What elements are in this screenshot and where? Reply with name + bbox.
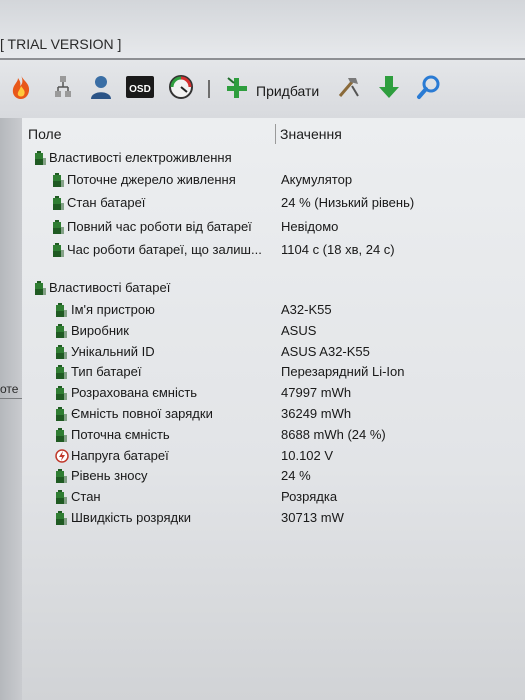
- user-icon[interactable]: [86, 72, 116, 102]
- property-name: Час роботи батареї, що залиш...: [67, 242, 262, 257]
- battery-icon: [55, 386, 67, 400]
- property-name: Стан: [71, 489, 101, 504]
- property-value: 47997 mWh: [281, 385, 352, 400]
- property-value: ASUS A32-K55: [281, 344, 370, 359]
- sidebar-divider: [0, 398, 22, 399]
- property-value: 24 % (Низький рівень): [281, 195, 415, 210]
- property-value: 8688 mWh (24 %): [281, 427, 386, 442]
- property-value: Невідомо: [281, 219, 339, 234]
- property-name: Рівень зносу: [71, 468, 148, 483]
- toolbar: OSD Придбати: [0, 60, 525, 118]
- property-row[interactable]: Час роботи батареї, що залиш... 1104 с (1…: [22, 240, 525, 260]
- battery-icon: [52, 173, 64, 187]
- properties-list[interactable]: Поле Значення Властивості електроживленн…: [22, 118, 525, 700]
- property-row[interactable]: Швидкість розрядки 30713 mW: [22, 508, 525, 528]
- battery-icon: [55, 469, 67, 483]
- battery-icon: [52, 196, 64, 210]
- toolbar-separator: [208, 80, 210, 98]
- group-row[interactable]: Властивості електроживлення: [22, 148, 525, 168]
- battery-icon: [55, 324, 67, 338]
- property-row[interactable]: Рівень зносу 24 %: [22, 466, 525, 486]
- property-value: 24 %: [281, 468, 311, 483]
- property-value: Акумулятор: [281, 172, 353, 187]
- fire-icon[interactable]: [6, 72, 36, 102]
- column-divider[interactable]: [275, 124, 276, 144]
- property-value: Розрядка: [281, 489, 338, 504]
- property-name: Виробник: [71, 323, 129, 338]
- property-row[interactable]: Унікальний ID ASUS A32-K55: [22, 342, 525, 362]
- battery-icon: [55, 490, 67, 504]
- property-row[interactable]: Стан батареї 24 % (Низький рівень): [22, 193, 525, 213]
- battery-icon: [55, 428, 67, 442]
- battery-icon: [55, 407, 67, 421]
- property-row[interactable]: Виробник ASUS: [22, 321, 525, 341]
- property-name: Тип батареї: [71, 364, 142, 379]
- battery-icon: [34, 281, 46, 295]
- add-label[interactable]: Придбати: [256, 83, 319, 99]
- sidebar: оте: [0, 118, 22, 700]
- battery-icon: [52, 220, 64, 234]
- property-row[interactable]: Тип батареї Перезарядний Li-Ion: [22, 362, 525, 382]
- title-bar: [ TRIAL VERSION ]: [0, 0, 525, 58]
- property-name: Напруга батареї: [71, 448, 169, 463]
- group-title: Властивості електроживлення: [49, 150, 232, 165]
- column-header-field[interactable]: Поле: [28, 126, 62, 142]
- battery-icon: [55, 365, 67, 379]
- property-row[interactable]: Поточне джерело живлення Акумулятор: [22, 170, 525, 190]
- search-icon[interactable]: [414, 72, 444, 102]
- property-name: Унікальний ID: [71, 344, 155, 359]
- battery-icon: [55, 303, 67, 317]
- property-name: Поточна ємність: [71, 427, 170, 442]
- property-name: Поточне джерело живлення: [67, 172, 236, 187]
- property-value: 36249 mWh: [281, 406, 352, 421]
- voltage-icon: [55, 449, 69, 463]
- property-name: Стан батареї: [67, 195, 146, 210]
- column-header-value[interactable]: Значення: [280, 126, 342, 142]
- property-name: Ім'я пристрою: [71, 302, 155, 317]
- property-row[interactable]: Повний час роботи від батареї Невідомо: [22, 217, 525, 237]
- property-row[interactable]: Поточна ємність 8688 mWh (24 %): [22, 425, 525, 445]
- osd-icon-label: OSD: [129, 84, 151, 95]
- property-name: Розрахована ємність: [71, 385, 198, 400]
- property-row[interactable]: Стан Розрядка: [22, 487, 525, 507]
- download-arrow-icon[interactable]: [374, 72, 404, 102]
- property-name: Швидкість розрядки: [71, 510, 192, 525]
- property-name: Ємність повної зарядки: [71, 406, 213, 421]
- add-icon[interactable]: [222, 72, 252, 102]
- property-value: 30713 mW: [281, 510, 344, 525]
- property-value: Перезарядний Li-Ion: [281, 364, 405, 379]
- osd-icon[interactable]: OSD: [124, 72, 156, 102]
- property-value: 1104 с (18 хв, 24 с): [281, 242, 395, 257]
- gauge-icon[interactable]: [166, 72, 196, 102]
- tools-icon[interactable]: [334, 72, 364, 102]
- sidebar-label[interactable]: оте: [0, 382, 18, 396]
- group-title: Властивості батареї: [49, 280, 171, 295]
- property-row[interactable]: Розрахована ємність 47997 mWh: [22, 383, 525, 403]
- property-row[interactable]: Ім'я пристрою A32-K55: [22, 300, 525, 320]
- battery-icon: [55, 511, 67, 525]
- tree-branch-icon[interactable]: [48, 72, 78, 102]
- battery-icon: [55, 345, 67, 359]
- property-row[interactable]: Напруга батареї 10.102 V: [22, 446, 525, 466]
- property-value: A32-K55: [281, 302, 332, 317]
- window-title: [ TRIAL VERSION ]: [0, 36, 122, 52]
- battery-icon: [34, 151, 46, 165]
- property-row[interactable]: Ємність повної зарядки 36249 mWh: [22, 404, 525, 424]
- property-name: Повний час роботи від батареї: [67, 219, 252, 234]
- battery-icon: [52, 243, 64, 257]
- property-value: 10.102 V: [281, 448, 334, 463]
- group-row[interactable]: Властивості батареї: [22, 278, 525, 298]
- property-value: ASUS: [281, 323, 317, 338]
